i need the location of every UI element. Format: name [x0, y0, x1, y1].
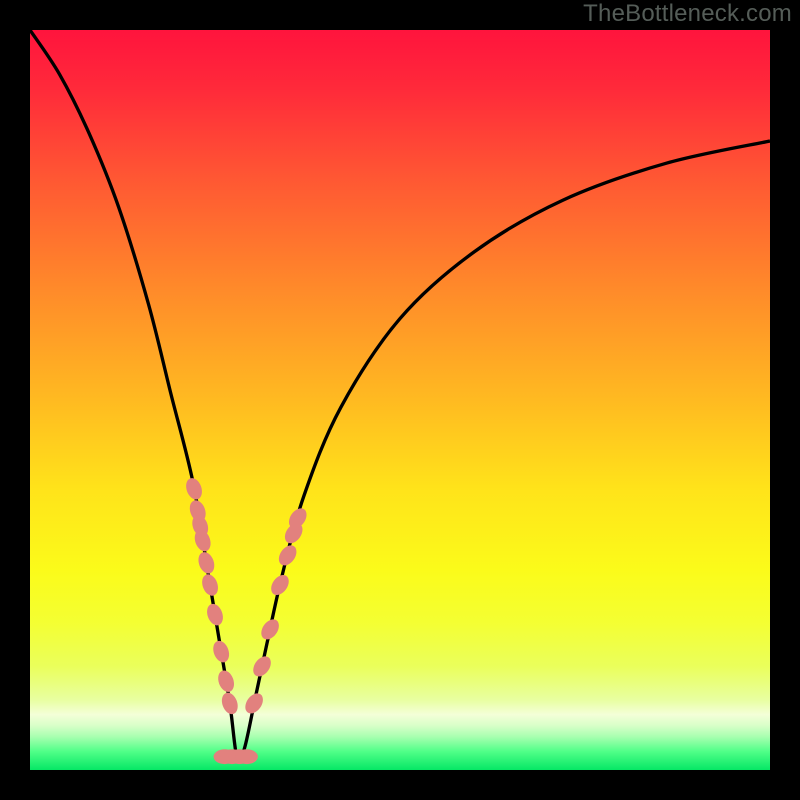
data-chip: [275, 542, 300, 569]
data-chip: [215, 668, 237, 694]
data-chip: [219, 690, 241, 716]
data-chip: [210, 639, 232, 665]
chart-container: TheBottleneck.com: [0, 0, 800, 800]
data-chip: [242, 690, 267, 717]
data-chip: [258, 616, 283, 643]
data-chip: [204, 602, 226, 628]
data-chip: [250, 653, 275, 680]
data-chip: [236, 749, 258, 764]
data-chip: [196, 550, 218, 576]
data-chip: [268, 572, 293, 599]
data-chip: [199, 572, 221, 598]
plot-area: [30, 30, 770, 770]
curve-layer: [30, 30, 770, 770]
bottleneck-curve: [30, 30, 770, 762]
data-chip: [183, 476, 205, 502]
watermark-text: TheBottleneck.com: [583, 0, 792, 28]
chips-group: [183, 476, 310, 764]
